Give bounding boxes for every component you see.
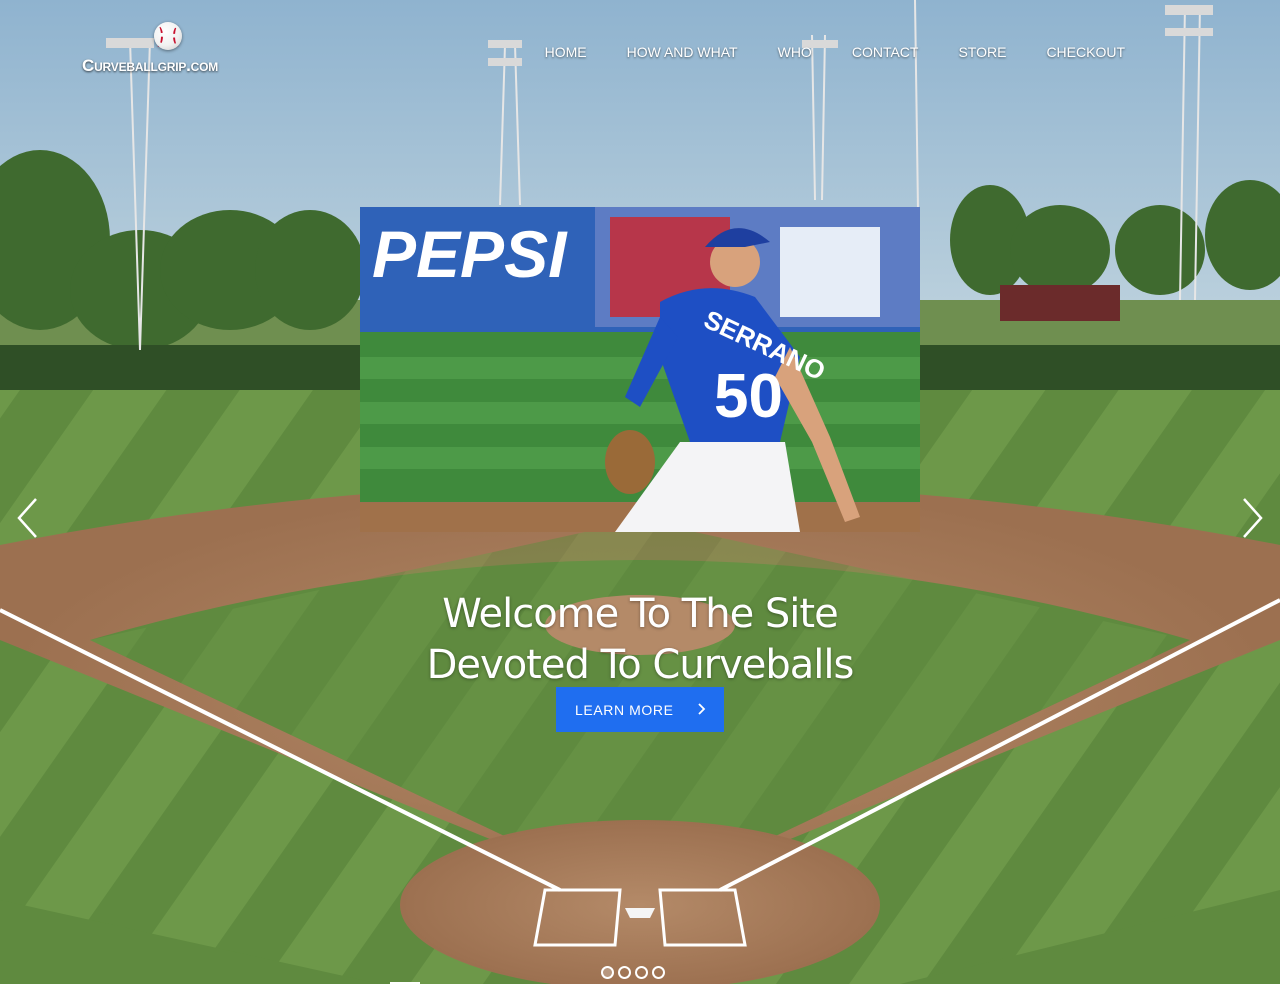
jersey-number: 50 xyxy=(714,362,783,431)
logo-text: Curveballgrip.com xyxy=(82,56,219,75)
learn-more-button[interactable]: LEARN MORE xyxy=(556,687,724,732)
nav-contact[interactable]: CONTACT xyxy=(832,43,939,61)
hero-headline: Welcome To The Site Devoted To Curveball… xyxy=(340,589,940,691)
nav-store[interactable]: STORE xyxy=(938,43,1026,61)
slider-prev-button[interactable] xyxy=(16,497,40,539)
nav-home[interactable]: HOME xyxy=(525,43,607,61)
hero-headline-line-1: Welcome To The Site xyxy=(442,590,838,637)
chevron-right-icon xyxy=(1243,498,1263,538)
slider-dot[interactable] xyxy=(618,966,631,979)
slider-dot[interactable] xyxy=(652,966,665,979)
banner-text: PEPSI xyxy=(372,217,568,291)
slider-dot[interactable] xyxy=(601,966,614,979)
site-logo[interactable]: Curveballgrip.com xyxy=(82,22,272,82)
slider-dot[interactable] xyxy=(635,966,648,979)
nav-how-and-what[interactable]: HOW AND WHAT xyxy=(607,43,758,61)
chevron-right-icon xyxy=(698,703,706,715)
chevron-left-icon xyxy=(17,498,37,538)
slider-pagination xyxy=(601,966,665,979)
page: Curveballgrip.com HOME HOW AND WHAT WHO … xyxy=(0,0,1280,984)
learn-more-label: LEARN MORE xyxy=(575,701,674,718)
nav-checkout[interactable]: CHECKOUT xyxy=(1026,43,1145,61)
slider-next-button[interactable] xyxy=(1240,497,1264,539)
slide-photo-pitcher: PEPSI SERRANO 50 xyxy=(360,207,920,532)
nav-who[interactable]: WHO xyxy=(758,43,832,61)
hero-headline-line-2: Devoted To Curveballs xyxy=(426,641,855,688)
baseball-icon xyxy=(154,22,182,50)
main-nav: HOME HOW AND WHAT WHO CONTACT STORE CHEC… xyxy=(525,43,1145,61)
